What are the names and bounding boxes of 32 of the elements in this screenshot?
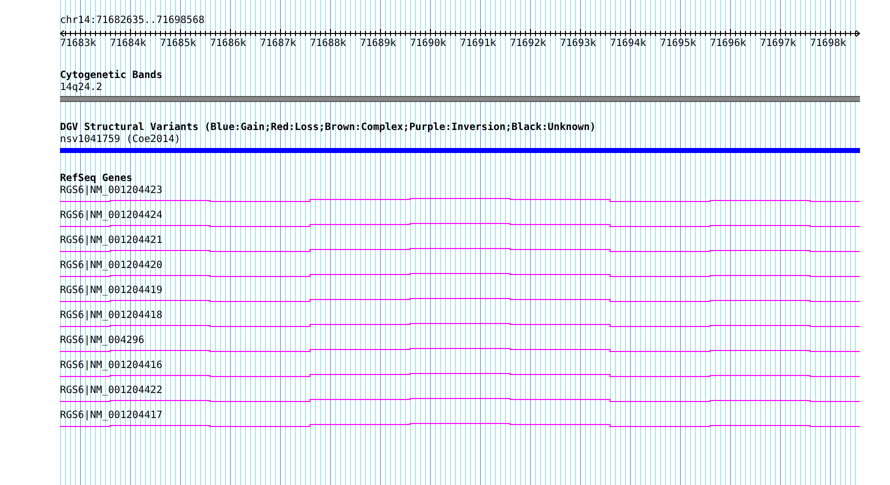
tick-label: 71693k	[560, 38, 598, 50]
tick-label: 71686k	[210, 38, 248, 50]
gene-label: RGS6|NM_001204419	[60, 285, 164, 296]
tick-label: 71688k	[310, 38, 348, 50]
gene-label: RGS6|NM_001204421	[60, 235, 164, 246]
gene-label: RGS6|NM_001204417	[60, 410, 164, 421]
gene-label: RGS6|NM_004296	[60, 335, 146, 346]
tick-label: 71697k	[760, 38, 798, 50]
tick-label: 71690k	[410, 38, 448, 50]
tick-label: 71689k	[360, 38, 398, 50]
tick-label: 71695k	[660, 38, 698, 50]
tick-label: 71687k	[260, 38, 298, 50]
track-title: Cytogenetic Bands	[60, 70, 164, 82]
tick-label: 71684k	[110, 38, 148, 50]
tick-label: 71696k	[710, 38, 748, 50]
variant-label: nsv1041759 (Coe2014)	[60, 134, 182, 145]
tick-label: 71685k	[160, 38, 198, 50]
tick-label: 71683k	[60, 38, 98, 50]
tick-label: 71698k	[810, 38, 848, 50]
tick-label: 71692k	[510, 38, 548, 50]
band-label: 14q24.2	[60, 82, 104, 93]
gene-label: RGS6|NM_001204416	[60, 360, 164, 371]
tick-label: 71694k	[610, 38, 648, 50]
gene-label: RGS6|NM_001204423	[60, 185, 164, 196]
track-title: RefSeq Genes	[60, 173, 134, 185]
tick-label: 71691k	[460, 38, 498, 50]
track-title: DGV Structural Variants (Blue:Gain;Red:Loss;Brown:Complex;Purple:Inversion;Black:Unknown)	[60, 122, 597, 134]
gene-label: RGS6|NM_001204422	[60, 385, 164, 396]
gene-label: RGS6|NM_001204418	[60, 310, 164, 321]
gene-label: RGS6|NM_001204424	[60, 210, 164, 221]
gene-label: RGS6|NM_001204420	[60, 260, 164, 271]
location-label: chr14:71682635..71698568	[60, 14, 206, 27]
